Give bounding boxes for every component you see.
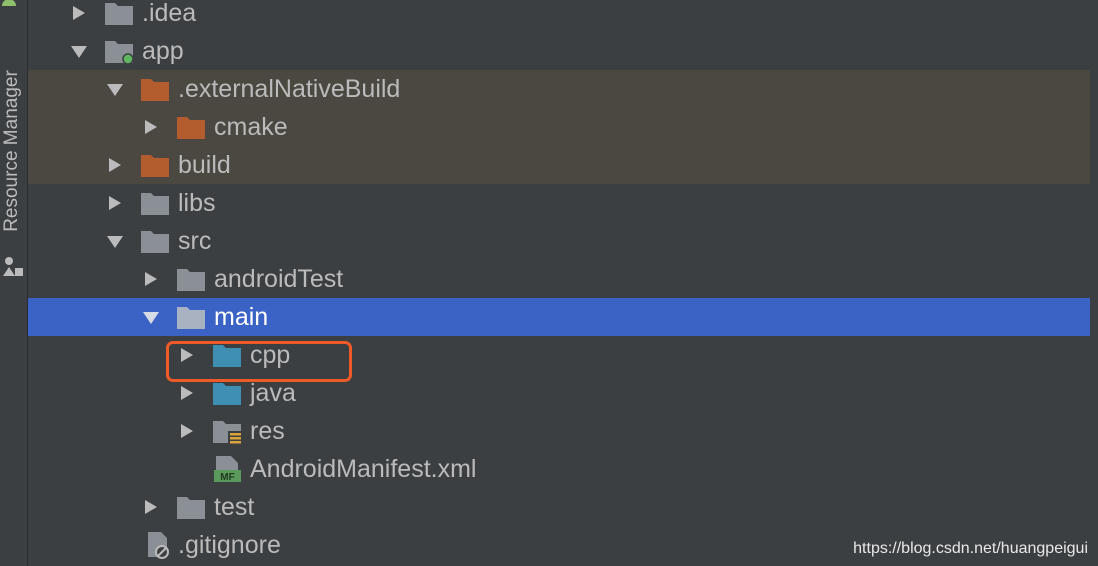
watermark: https://blog.csdn.net/huangpeigui [853,540,1088,557]
tree-row-build[interactable]: build [28,146,1090,184]
side-tool-strip: Resource Manager [0,0,28,566]
manifest-file-icon: MF [214,456,241,483]
manifest-badge: MF [220,472,234,483]
tree-row-label: build [178,151,231,179]
expand-arrow-icon[interactable] [106,157,124,173]
tree-row-label: src [178,227,212,255]
resource-manager-icon[interactable] [2,256,24,278]
tree-row-label: libs [178,189,216,217]
expand-arrow-icon[interactable] [178,385,196,401]
tree-row-res[interactable]: res [28,412,1090,450]
tree-row-src[interactable]: src [28,222,1090,260]
folder-icon [177,497,205,519]
tree-row-label: main [214,303,269,331]
source-folder-icon [213,383,241,405]
folder-icon [177,307,205,329]
resource-manager-tab[interactable]: Resource Manager [1,51,23,251]
tree-row-label: .gitignore [178,531,281,559]
tree-row-label: res [250,417,285,445]
tree-row-test[interactable]: test [28,488,1090,526]
tree-row-label: test [214,493,255,521]
android-icon [2,0,16,6]
collapse-arrow-icon[interactable] [142,309,160,325]
folder-icon [105,3,133,25]
tree-row-androidmanifest[interactable]: MF AndroidManifest.xml [28,450,1090,488]
module-folder-icon [105,41,134,65]
expand-arrow-icon[interactable] [178,423,196,439]
tree-row-androidtest[interactable]: androidTest [28,260,1090,298]
folder-icon [141,231,169,253]
expand-arrow-icon[interactable] [70,5,88,21]
collapse-arrow-icon[interactable] [106,233,124,249]
tree-row-idea[interactable]: .idea [28,0,1090,32]
expand-arrow-icon[interactable] [142,271,160,287]
expand-arrow-icon[interactable] [142,499,160,515]
tree-row-label: AndroidManifest.xml [250,455,477,483]
tree-row-label: .externalNativeBuild [178,75,401,103]
tree-row-cmake[interactable]: cmake [28,108,1090,146]
project-tree: .idea app .externalNativeBuild cmake bui… [28,0,1098,566]
excluded-folder-icon [141,79,169,101]
tree-row-label: androidTest [214,265,344,293]
excluded-folder-icon [177,117,205,139]
folder-icon [177,269,205,291]
excluded-folder-icon [141,155,169,177]
tree-row-label: app [142,37,184,65]
collapse-arrow-icon[interactable] [70,43,88,59]
ignored-file-icon [148,532,169,559]
folder-icon [141,193,169,215]
tree-row-label: .idea [142,0,197,27]
tree-row-main[interactable]: main [28,298,1090,336]
tree-row-label: cmake [214,113,288,141]
expand-arrow-icon[interactable] [106,195,124,211]
resources-folder-icon [213,421,242,445]
cpp-highlight-box [166,341,352,382]
expand-arrow-icon[interactable] [142,119,160,135]
tree-row-libs[interactable]: libs [28,184,1090,222]
tree-row-app[interactable]: app [28,32,1090,70]
collapse-arrow-icon[interactable] [106,81,124,97]
tree-row-externalnativebuild[interactable]: .externalNativeBuild [28,70,1090,108]
